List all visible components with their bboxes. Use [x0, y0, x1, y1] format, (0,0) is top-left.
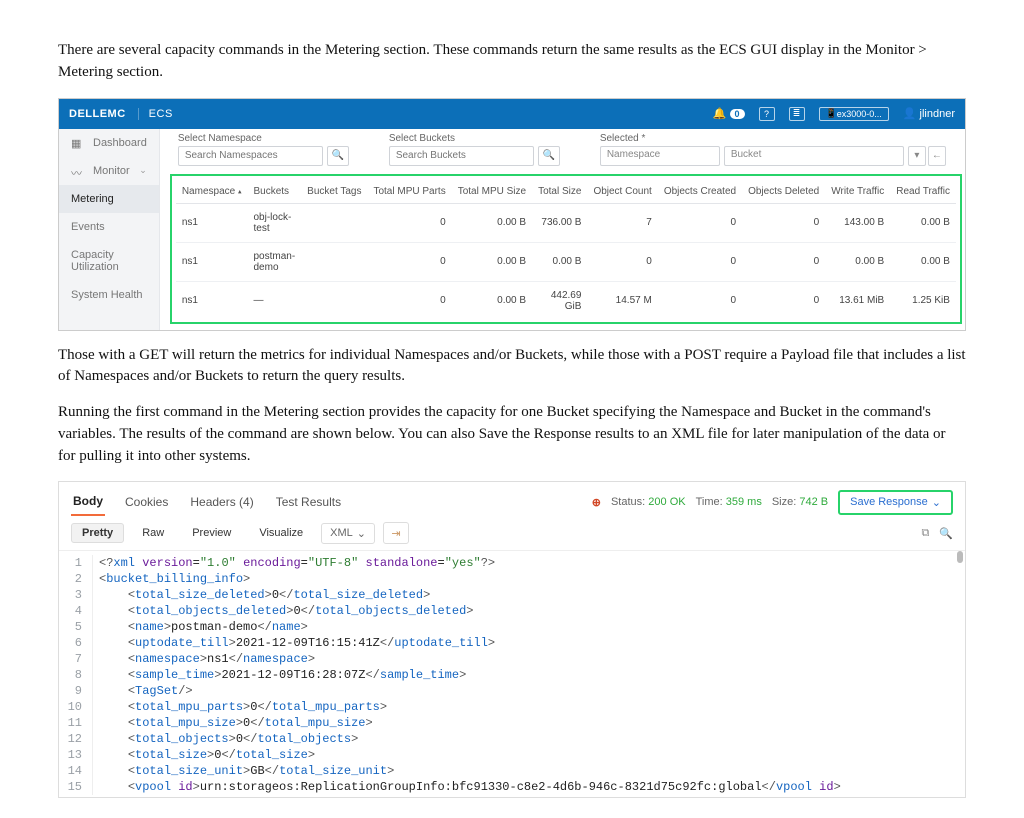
search-namespaces-input[interactable]	[178, 146, 323, 166]
save-response-button[interactable]: Save Response⌄	[838, 490, 953, 515]
response-body: 1<?xml version="1.0" encoding="UTF-8" st…	[59, 551, 965, 797]
view-visualize[interactable]: Visualize	[249, 524, 313, 542]
ecs-screenshot: DELLEMCECS 🔔 0 ? ≣ 📱 ex3000-0... 👤 jlind…	[58, 98, 966, 331]
selected-back-icon[interactable]: ←	[928, 146, 946, 166]
sidebar-item-metering[interactable]: Metering	[59, 185, 159, 213]
selected-dropdown-icon[interactable]: ▾	[908, 146, 926, 166]
bell-count: 0	[730, 109, 745, 119]
help-icon[interactable]: ?	[759, 107, 775, 121]
chevron-down-icon: ⌄	[139, 165, 147, 176]
table-row[interactable]: ns1postman-demo 00.00 B 0.00 B0 00 0.00 …	[176, 242, 956, 281]
sidebar: ▦ Dashboard 〰 Monitor ⌄ Metering Events …	[59, 129, 160, 330]
globe-icon: ⊕	[592, 496, 601, 509]
filter-namespace-label: Select Namespace	[178, 133, 349, 144]
filter-selected-label: Selected *	[600, 133, 946, 144]
scrollbar-thumb[interactable]	[957, 551, 963, 563]
brand-logo: DELLEMCECS	[69, 108, 173, 120]
table-row[interactable]: ns1obj-lock-test 00.00 B 736.00 B7 00 14…	[176, 203, 956, 242]
sidebar-item-capacity[interactable]: Capacity Utilization	[59, 241, 159, 281]
col-read-traffic[interactable]: Read Traffic	[890, 180, 956, 204]
selected-bucket-box[interactable]: Bucket	[724, 146, 904, 166]
list-icon[interactable]: ≣	[789, 107, 805, 121]
copy-icon[interactable]: ⧉	[921, 527, 929, 540]
col-obj-deleted[interactable]: Objects Deleted	[742, 180, 825, 204]
sidebar-item-events[interactable]: Events	[59, 213, 159, 241]
selected-namespace-box[interactable]: Namespace	[600, 146, 720, 166]
tab-test-results[interactable]: Test Results	[274, 489, 343, 515]
col-obj-count[interactable]: Object Count	[587, 180, 657, 204]
col-total-size[interactable]: Total Size	[532, 180, 587, 204]
col-mpu-parts[interactable]: Total MPU Parts	[367, 180, 451, 204]
ecs-header-bar: DELLEMCECS 🔔 0 ? ≣ 📱 ex3000-0... 👤 jlind…	[59, 99, 965, 129]
col-mpu-size[interactable]: Total MPU Size	[452, 180, 532, 204]
notifications-bell[interactable]: 🔔 0	[713, 107, 745, 120]
intro-paragraph-2: Those with a GET will return the metrics…	[58, 345, 966, 389]
tab-body[interactable]: Body	[71, 488, 105, 516]
filter-buckets-label: Select Buckets	[389, 133, 560, 144]
col-namespace[interactable]: Namespace ▴	[176, 180, 248, 204]
metering-table: Namespace ▴ Buckets Bucket Tags Total MP…	[176, 180, 956, 320]
intro-paragraph-1: There are several capacity commands in t…	[58, 40, 966, 84]
response-panel: Body Cookies Headers (4) Test Results ⊕ …	[58, 481, 966, 798]
user-menu[interactable]: 👤 jlindner	[903, 107, 955, 120]
search-namespaces-icon[interactable]: 🔍	[327, 146, 349, 166]
wrap-lines-icon[interactable]: ⇥	[383, 522, 409, 544]
sort-caret-icon: ▴	[238, 188, 242, 195]
table-row[interactable]: ns1— 00.00 B 442.69 GiB14.57 M 00 13.61 …	[176, 281, 956, 320]
view-preview[interactable]: Preview	[182, 524, 241, 542]
dashboard-icon: ▦	[71, 137, 85, 149]
sidebar-item-system-health[interactable]: System Health	[59, 281, 159, 309]
col-tags[interactable]: Bucket Tags	[301, 180, 367, 204]
tab-cookies[interactable]: Cookies	[123, 489, 170, 515]
col-obj-created[interactable]: Objects Created	[658, 180, 742, 204]
format-selector[interactable]: XML ⌄	[321, 523, 375, 544]
view-raw[interactable]: Raw	[132, 524, 174, 542]
bell-icon: 🔔	[713, 107, 727, 120]
sidebar-item-monitor[interactable]: 〰 Monitor ⌄	[59, 157, 159, 185]
chevron-down-icon: ⌄	[932, 496, 941, 509]
sidebar-item-dashboard[interactable]: ▦ Dashboard	[59, 129, 159, 157]
search-icon[interactable]: 🔍	[939, 527, 953, 540]
tab-headers[interactable]: Headers (4)	[188, 489, 255, 515]
col-buckets[interactable]: Buckets	[247, 180, 301, 204]
col-write-traffic[interactable]: Write Traffic	[825, 180, 890, 204]
metering-table-highlight: Namespace ▴ Buckets Bucket Tags Total MP…	[170, 174, 962, 324]
search-buckets-icon[interactable]: 🔍	[538, 146, 560, 166]
environment-selector[interactable]: 📱 ex3000-0...	[819, 107, 889, 121]
view-pretty[interactable]: Pretty	[71, 523, 124, 543]
chevron-down-icon: ⌄	[357, 527, 366, 540]
monitor-icon: 〰	[71, 165, 85, 177]
intro-paragraph-3: Running the first command in the Meterin…	[58, 402, 966, 467]
search-buckets-input[interactable]	[389, 146, 534, 166]
